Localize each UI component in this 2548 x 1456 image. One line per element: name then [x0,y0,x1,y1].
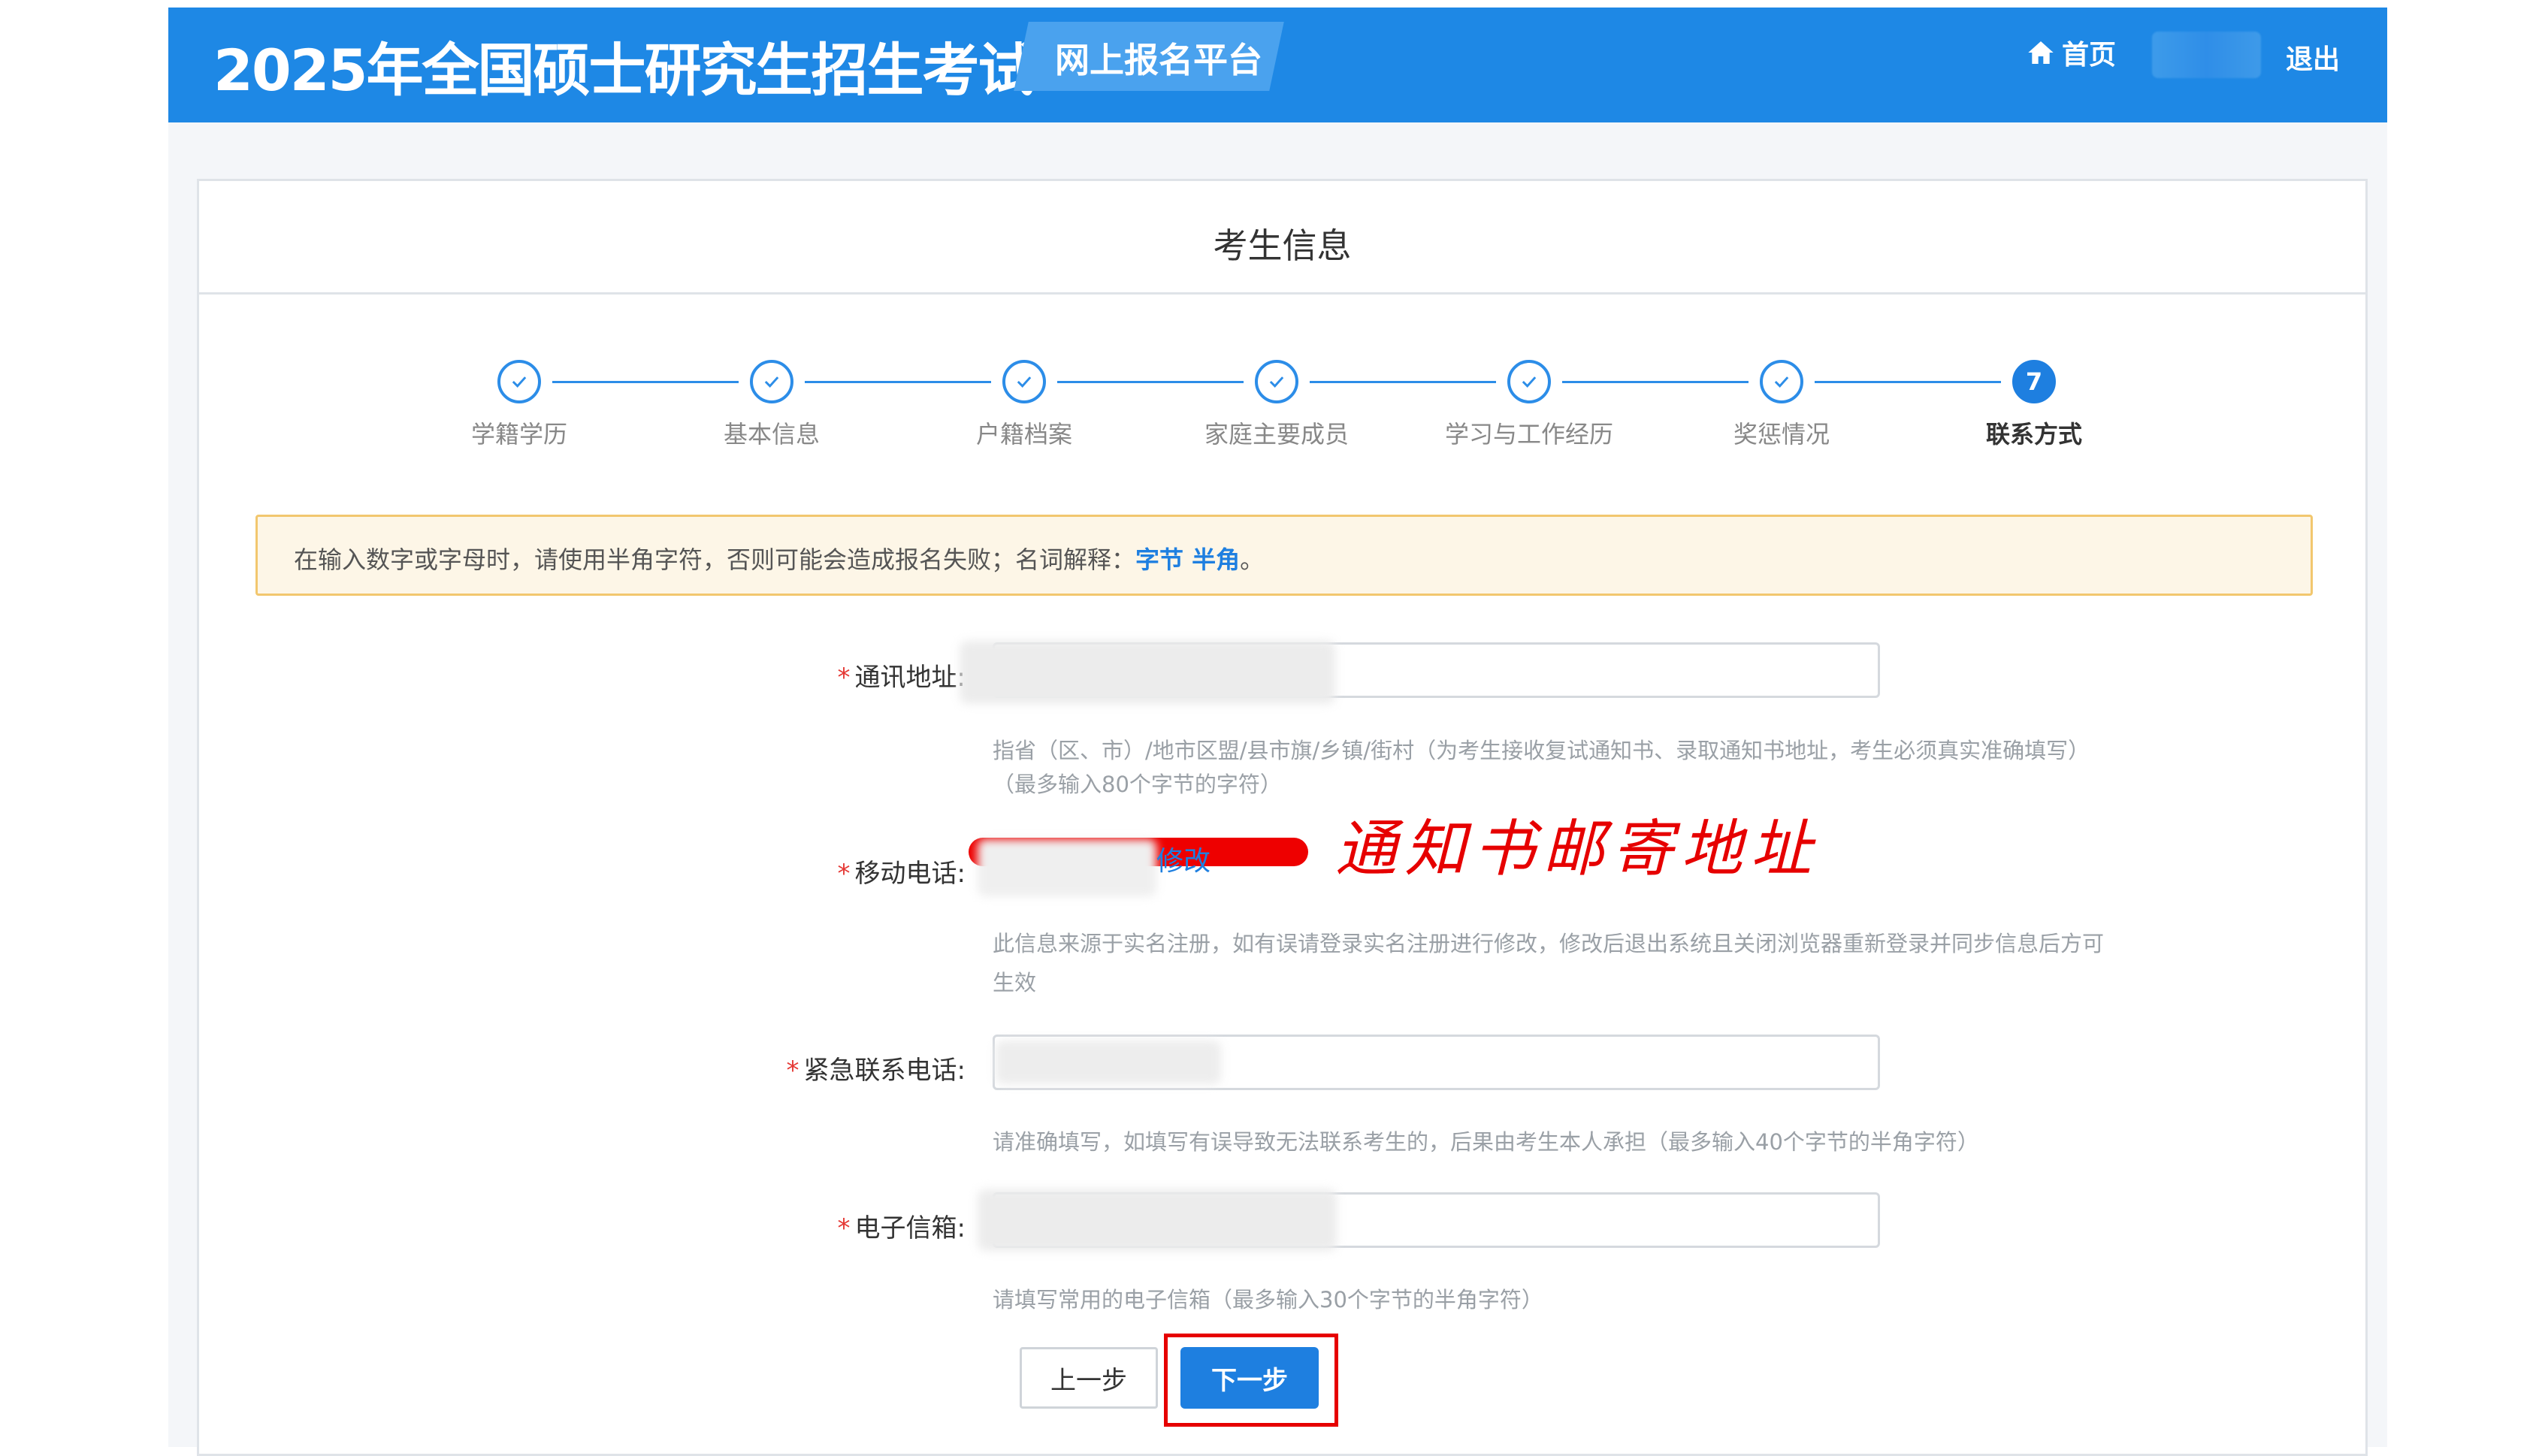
address-redacted [960,641,1335,704]
notice-end: 。 [1240,545,1265,574]
step-label: 联系方式 [1985,420,2082,449]
step-6: 奖惩情况 [1684,360,1879,450]
modify-mobile-link[interactable]: 修改 [1156,839,1211,878]
check-icon [1002,360,1046,403]
email-redacted [978,1189,1337,1251]
emergency-redacted [996,1041,1221,1084]
notice-text: 在输入数字或字母时，请使用半角字符，否则可能会造成报名失败；名词解释：字节 半角… [294,541,1264,575]
address-hint: 指省（区、市）/地市区盟/县市旗/乡镇/街村（为考生接收复试通知书、录取通知书地… [993,738,2090,763]
username-redacted [2152,32,2261,78]
emergency-hint: 请准确填写，如填写有误导致无法联系考生的，后果由考生本人承担（最多输入40个字节… [993,1129,1979,1155]
notice-banner: 在输入数字或字母时，请使用半角字符，否则可能会造成报名失败；名词解释：字节 半角… [255,515,2313,596]
card-header: 考生信息 [199,181,2365,295]
step-5: 学习与工作经历 [1431,360,1627,450]
check-icon [497,360,541,403]
next-button-highlight [1164,1334,1338,1427]
check-icon [1255,360,1298,403]
mobile-hint-end: 生效 [993,970,1037,995]
glossary-link[interactable]: 字节 半角 [1135,545,1240,574]
step-label: 户籍档案 [975,420,1072,449]
step-2: 基本信息 [674,360,869,450]
email-label: * 电子信箱: [837,1213,966,1243]
header-bar: 2025年全国硕士研究生招生考试 网上报名平台 首页 退出 [168,8,2387,122]
platform-badge: 网上报名平台 [1055,40,1262,80]
step-label: 基本信息 [723,420,820,449]
step-label: 学习与工作经历 [1444,420,1613,449]
mobile-redacted [978,839,1156,896]
step-3: 户籍档案 [926,360,1122,450]
home-icon [2028,41,2054,64]
step-7-active: 7 联系方式 [1936,360,2132,450]
card-title: 考生信息 [1213,225,1352,266]
step-label: 学籍学历 [470,420,567,449]
step-1: 学籍学历 [422,360,617,450]
step-label: 家庭主要成员 [1204,420,1349,449]
check-icon [750,360,793,403]
check-icon [1760,360,1803,403]
check-icon [1507,360,1551,403]
mobile-hint: 此信息来源于实名注册，如有误请登录实名注册进行修改，修改后退出系统且关闭浏览器重… [993,931,2105,956]
required-mark: * [786,1056,799,1086]
home-label: 首页 [2062,40,2117,71]
logout-link[interactable]: 退出 [2286,38,2340,77]
required-mark: * [837,663,851,693]
info-card: 考生信息 学籍学历 基本信息 户籍档案 家庭主要成员 学习与工作经历 奖惩情况 … [197,179,2368,1456]
required-mark: * [837,859,851,889]
mobile-label: * 移动电话: [837,859,966,889]
site-title: 2025年全国硕士研究生招生考试 [213,37,1035,104]
previous-step-button[interactable]: 上一步 [1020,1347,1158,1409]
step-number: 7 [2012,360,2056,403]
email-hint: 请填写常用的电子信箱（最多输入30个字节的半角字符） [993,1287,1543,1313]
step-label: 奖惩情况 [1733,420,1830,449]
home-link[interactable]: 首页 [2026,33,2116,72]
address-hint-limit: （最多输入80个字节的字符） [993,772,1282,797]
step-4: 家庭主要成员 [1179,360,1374,450]
app-frame: 2025年全国硕士研究生招生考试 网上报名平台 首页 退出 考生信息 学籍学历 … [168,8,2387,1456]
notice-message: 在输入数字或字母时，请使用半角字符，否则可能会造成报名失败；名词解释： [294,545,1136,574]
required-mark: * [837,1213,851,1243]
address-label: * 通讯地址: [837,663,966,693]
emergency-label: * 紧急联系电话: [786,1056,966,1086]
address-annotation: 通知书邮寄地址 [1335,814,1819,885]
